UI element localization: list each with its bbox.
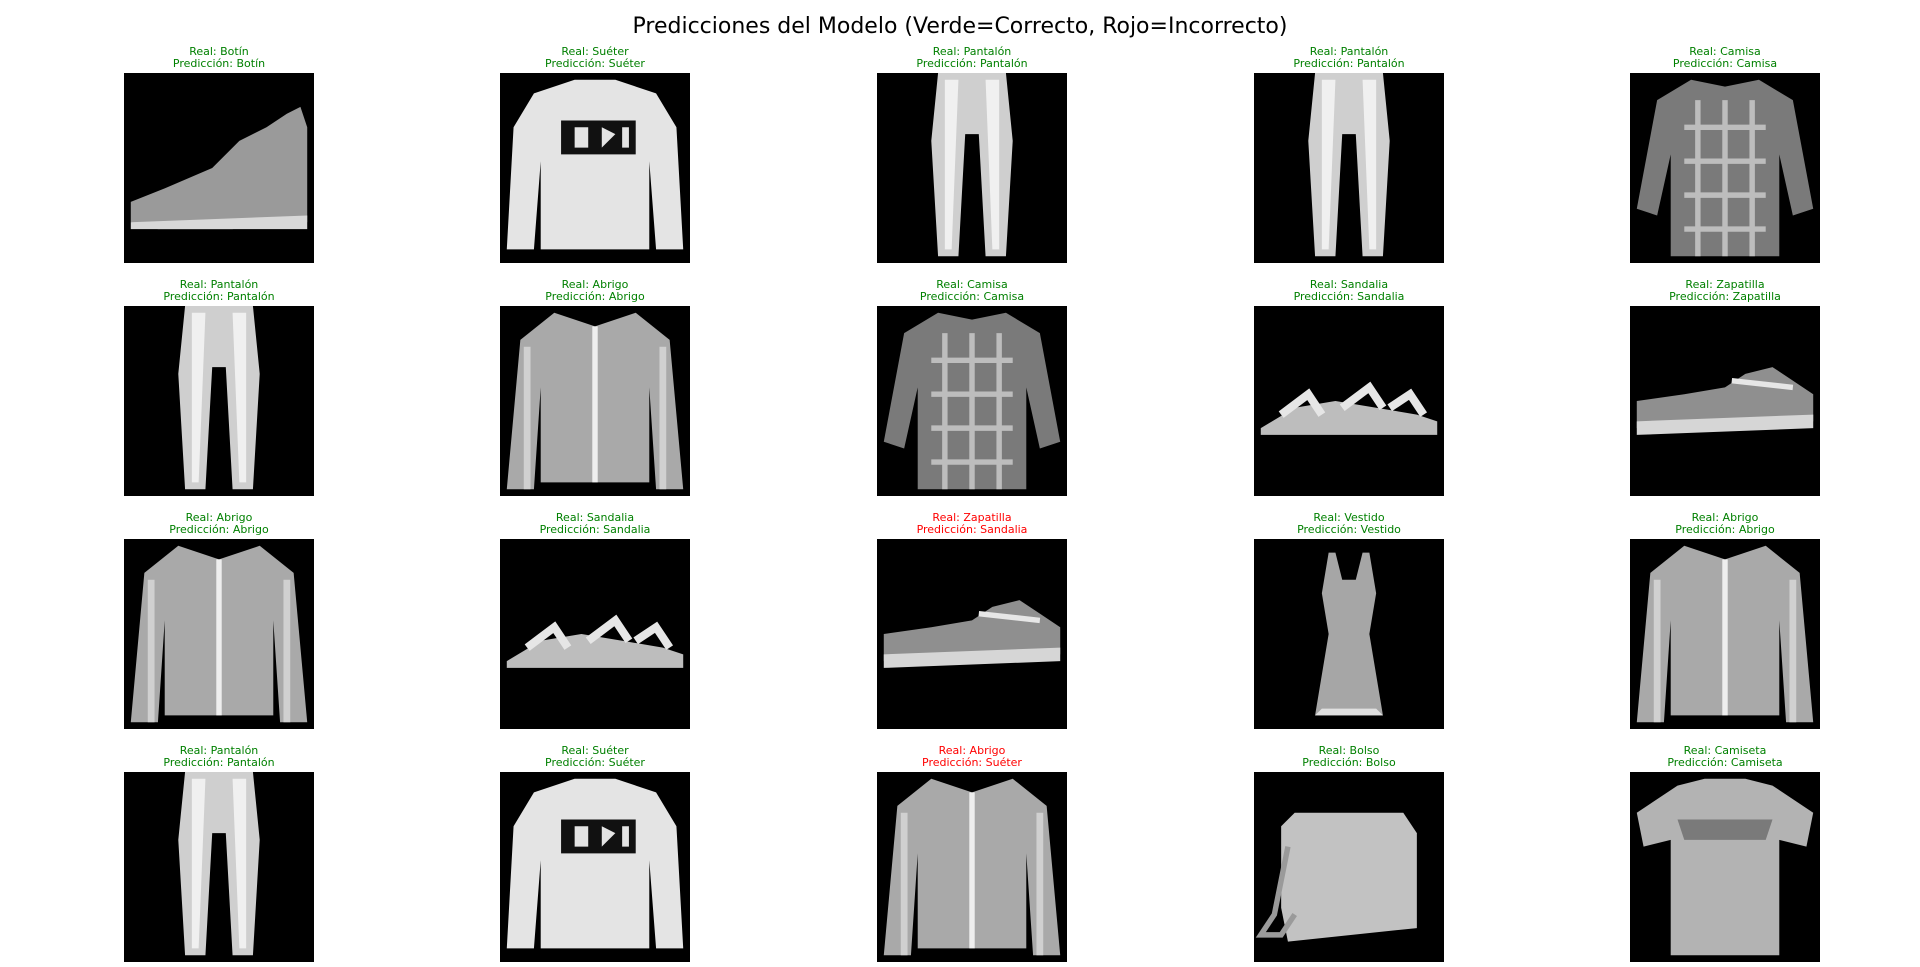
prediction-panel: Real: Sandalia Predicción: Sandalia bbox=[1254, 279, 1444, 496]
prediction-panel: Real: Zapatilla Predicción: Sandalia bbox=[877, 512, 1067, 729]
panel-label: Real: Pantalón Predicción: Pantalón bbox=[59, 279, 379, 305]
trousers-image bbox=[877, 73, 1067, 263]
prediction-panel: Real: Abrigo Predicción: Abrigo bbox=[1630, 512, 1820, 729]
prediction-label: Predicción: Suéter bbox=[545, 57, 645, 70]
panel-label: Real: Abrigo Predicción: Suéter bbox=[812, 745, 1132, 771]
prediction-panel: Real: Camisa Predicción: Camisa bbox=[877, 279, 1067, 496]
panel-label: Real: Pantalón Predicción: Pantalón bbox=[59, 745, 379, 771]
prediction-panel: Real: Pantalón Predicción: Pantalón bbox=[124, 279, 314, 496]
coat-image bbox=[500, 306, 690, 496]
prediction-label: Predicción: Vestido bbox=[1297, 523, 1401, 536]
tshirt-image bbox=[1630, 772, 1820, 962]
prediction-panel: Real: Camisa Predicción: Camisa bbox=[1630, 46, 1820, 263]
prediction-panel: Real: Botín Predicción: Botín bbox=[124, 46, 314, 263]
prediction-label: Predicción: Abrigo bbox=[169, 523, 269, 536]
panel-label: Real: Abrigo Predicción: Abrigo bbox=[435, 279, 755, 305]
bag-image bbox=[1254, 772, 1444, 962]
prediction-label: Predicción: Sandalia bbox=[1293, 290, 1405, 303]
prediction-panel: Real: Zapatilla Predicción: Zapatilla bbox=[1630, 279, 1820, 496]
predictions-figure: Predicciones del Modelo (Verde=Correcto,… bbox=[0, 0, 1920, 967]
sandal-image bbox=[1254, 306, 1444, 496]
prediction-panel: Real: Suéter Predicción: Suéter bbox=[500, 46, 690, 263]
prediction-label: Predicción: Botín bbox=[172, 57, 266, 70]
prediction-panel: Real: Suéter Predicción: Suéter bbox=[500, 745, 690, 962]
shirt-image bbox=[877, 306, 1067, 496]
panel-label: Real: Abrigo Predicción: Abrigo bbox=[59, 512, 379, 538]
prediction-label: Predicción: Suéter bbox=[922, 756, 1022, 769]
coat-image bbox=[124, 539, 314, 729]
panel-label: Real: Camisa Predicción: Camisa bbox=[812, 279, 1132, 305]
sweater-image bbox=[500, 73, 690, 263]
panel-label: Real: Pantalón Predicción: Pantalón bbox=[1189, 46, 1509, 72]
prediction-panel: Real: Bolso Predicción: Bolso bbox=[1254, 745, 1444, 962]
figure-title: Predicciones del Modelo (Verde=Correcto,… bbox=[632, 14, 1288, 39]
panel-label: Real: Suéter Predicción: Suéter bbox=[435, 745, 755, 771]
panel-label: Real: Botín Predicción: Botín bbox=[59, 46, 379, 72]
panel-label: Real: Sandalia Predicción: Sandalia bbox=[1189, 279, 1509, 305]
trousers-image bbox=[124, 772, 314, 962]
prediction-label: Predicción: Camiseta bbox=[1667, 756, 1783, 769]
trousers-image bbox=[124, 306, 314, 496]
dress-image bbox=[1254, 539, 1444, 729]
prediction-label: Predicción: Bolso bbox=[1302, 756, 1396, 769]
prediction-panel: Real: Camiseta Predicción: Camiseta bbox=[1630, 745, 1820, 962]
prediction-panel: Real: Pantalón Predicción: Pantalón bbox=[1254, 46, 1444, 263]
prediction-panel: Real: Sandalia Predicción: Sandalia bbox=[500, 512, 690, 729]
prediction-panel: Real: Pantalón Predicción: Pantalón bbox=[877, 46, 1067, 263]
sandal-image bbox=[500, 539, 690, 729]
prediction-panel: Real: Pantalón Predicción: Pantalón bbox=[124, 745, 314, 962]
prediction-label: Predicción: Abrigo bbox=[545, 290, 645, 303]
prediction-label: Predicción: Pantalón bbox=[916, 57, 1028, 70]
panel-label: Real: Suéter Predicción: Suéter bbox=[435, 46, 755, 72]
shirt-image bbox=[1630, 73, 1820, 263]
sweater-image bbox=[500, 772, 690, 962]
panel-label: Real: Sandalia Predicción: Sandalia bbox=[435, 512, 755, 538]
prediction-label: Predicción: Pantalón bbox=[163, 290, 275, 303]
sneaker-image bbox=[877, 539, 1067, 729]
panel-label: Real: Zapatilla Predicción: Sandalia bbox=[812, 512, 1132, 538]
panel-label: Real: Camisa Predicción: Camisa bbox=[1565, 46, 1885, 72]
prediction-panel: Real: Abrigo Predicción: Abrigo bbox=[124, 512, 314, 729]
panel-label: Real: Zapatilla Predicción: Zapatilla bbox=[1565, 279, 1885, 305]
panel-label: Real: Vestido Predicción: Vestido bbox=[1189, 512, 1509, 538]
prediction-label: Predicción: Sandalia bbox=[539, 523, 651, 536]
prediction-label: Predicción: Pantalón bbox=[1293, 57, 1405, 70]
panel-label: Real: Bolso Predicción: Bolso bbox=[1189, 745, 1509, 771]
panel-label: Real: Camiseta Predicción: Camiseta bbox=[1565, 745, 1885, 771]
prediction-label: Predicción: Suéter bbox=[545, 756, 645, 769]
prediction-panel: Real: Vestido Predicción: Vestido bbox=[1254, 512, 1444, 729]
panel-label: Real: Abrigo Predicción: Abrigo bbox=[1565, 512, 1885, 538]
ankle-boot-image bbox=[124, 73, 314, 263]
prediction-label: Predicción: Camisa bbox=[919, 290, 1025, 303]
panel-label: Real: Pantalón Predicción: Pantalón bbox=[812, 46, 1132, 72]
trousers-image bbox=[1254, 73, 1444, 263]
sneaker-image bbox=[1630, 306, 1820, 496]
prediction-label: Predicción: Pantalón bbox=[163, 756, 275, 769]
coat-image bbox=[877, 772, 1067, 962]
prediction-label: Predicción: Sandalia bbox=[916, 523, 1028, 536]
prediction-label: Predicción: Zapatilla bbox=[1669, 290, 1781, 303]
prediction-panel: Real: Abrigo Predicción: Abrigo bbox=[500, 279, 690, 496]
coat-image bbox=[1630, 539, 1820, 729]
prediction-label: Predicción: Camisa bbox=[1672, 57, 1778, 70]
prediction-label: Predicción: Abrigo bbox=[1675, 523, 1775, 536]
prediction-panel: Real: Abrigo Predicción: Suéter bbox=[877, 745, 1067, 962]
